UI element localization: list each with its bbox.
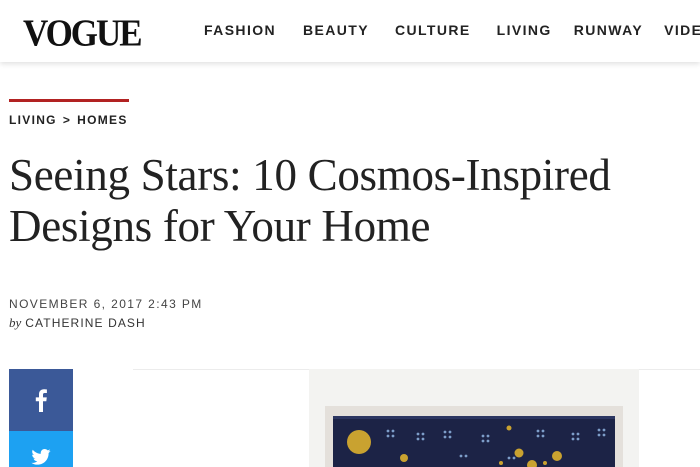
nav-item-runway[interactable]: RUNWAY xyxy=(574,22,643,38)
breadcrumb-living[interactable]: LIVING xyxy=(9,113,57,127)
twitter-share-button[interactable] xyxy=(9,431,73,467)
vogue-logo[interactable]: VOGUE xyxy=(23,9,143,59)
nav-item-living[interactable]: LIVING xyxy=(497,22,552,38)
nav-item-beauty[interactable]: BEAUTY xyxy=(303,22,369,38)
nav-item-fashion[interactable]: FASHION xyxy=(204,22,276,38)
nav-item-video[interactable]: VIDEO xyxy=(664,22,700,38)
article-title: Seeing Stars: 10 Cosmos-Inspired Designs… xyxy=(9,150,611,251)
facebook-share-button[interactable] xyxy=(9,369,73,431)
byline-prefix: by xyxy=(9,315,22,330)
site-header: VOGUE FASHION BEAUTY CULTURE LIVING RUNW… xyxy=(0,0,700,62)
breadcrumb-separator: > xyxy=(62,113,72,127)
nav-item-culture[interactable]: CULTURE xyxy=(395,22,471,38)
star-quilt-image xyxy=(333,416,615,467)
section-accent-rule xyxy=(9,99,129,102)
byline: by CATHERINE DASH xyxy=(9,315,146,331)
article-date: NOVEMBER 6, 2017 2:43 PM xyxy=(9,297,203,311)
facebook-icon xyxy=(35,389,47,412)
main-nav: FASHION BEAUTY CULTURE LIVING RUNWAY VID… xyxy=(204,22,700,38)
twitter-icon xyxy=(31,449,51,465)
author-name[interactable]: CATHERINE DASH xyxy=(25,316,146,330)
breadcrumb-homes[interactable]: HOMES xyxy=(77,113,128,127)
breadcrumb: LIVING > HOMES xyxy=(9,113,128,127)
